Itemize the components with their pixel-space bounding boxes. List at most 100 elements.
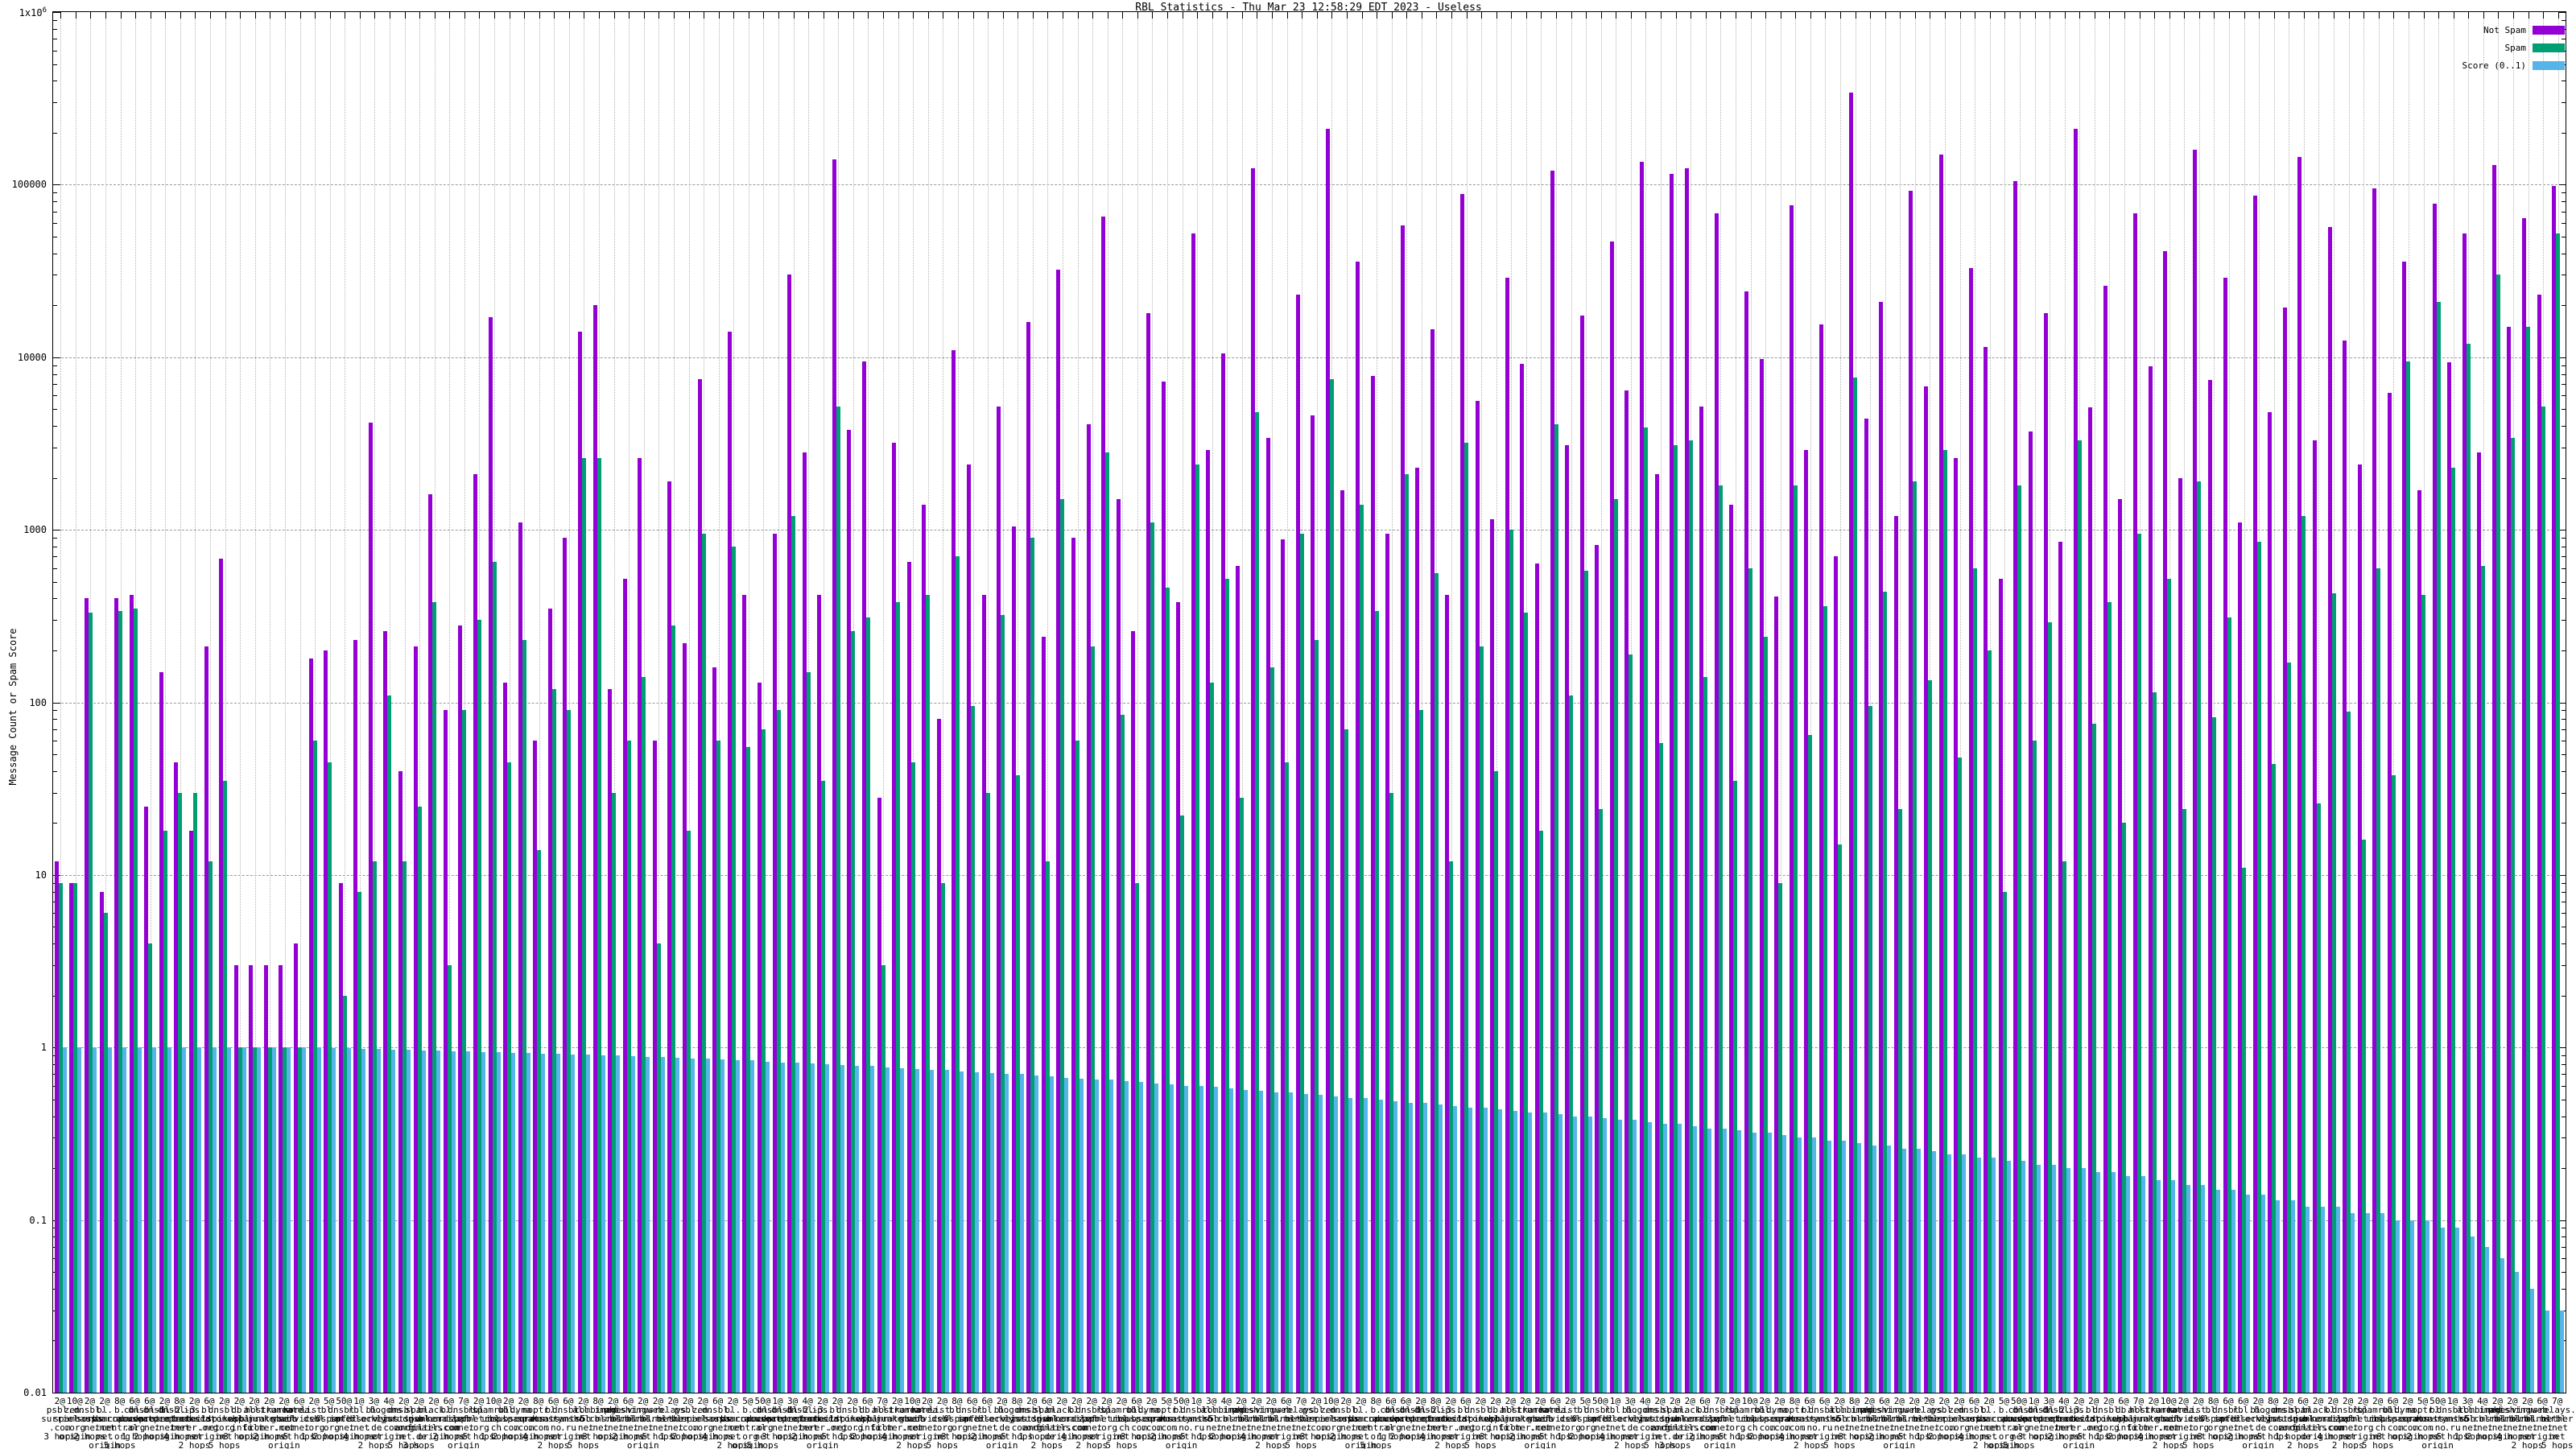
x-tick-top — [210, 12, 211, 19]
y-minor-tick — [2562, 913, 2566, 914]
x-tick-top — [644, 12, 645, 19]
bar-score — [2441, 1228, 2445, 1393]
bar-score — [1170, 1084, 1174, 1393]
y-minor-tick — [53, 212, 57, 213]
legend-label: Spam — [2505, 43, 2527, 53]
y-minor-tick — [53, 538, 57, 539]
y-minor-tick — [53, 192, 57, 193]
x-tick-top — [988, 12, 989, 19]
y-minor-tick — [53, 223, 57, 224]
bar-score — [840, 1065, 844, 1393]
x-tick-top — [1451, 12, 1452, 19]
x-tick-top — [629, 12, 630, 19]
y-minor-tick — [2562, 719, 2566, 720]
x-tick-top — [1496, 12, 1497, 19]
x-tick-top — [1586, 12, 1587, 19]
x-tick-top — [1631, 12, 1632, 19]
x-tick-top — [733, 12, 734, 19]
bar-score — [213, 1047, 217, 1393]
bar-score — [1034, 1075, 1038, 1393]
x-tick-top — [2498, 12, 2499, 19]
y-minor-tick — [53, 305, 57, 306]
bar-score — [1319, 1095, 1323, 1393]
bar-score — [886, 1067, 890, 1393]
x-tick-top — [1885, 12, 1886, 19]
bar-score — [2066, 1168, 2070, 1393]
bar-score — [122, 1047, 126, 1393]
x-tick-top — [2363, 12, 2364, 19]
bar-score — [1050, 1076, 1054, 1393]
bar-score — [2171, 1180, 2175, 1393]
y-minor-tick — [2562, 943, 2566, 944]
x-tick-label-line: origin — [1875, 1441, 1923, 1449]
x-tick-top — [868, 12, 869, 19]
y-minor-tick — [53, 133, 57, 134]
bar-score — [511, 1053, 515, 1393]
bar-score — [287, 1047, 291, 1393]
x-tick-top — [2379, 12, 2380, 19]
x-tick-top — [569, 12, 570, 19]
x-tick-top — [105, 12, 106, 19]
y-major-tick — [2558, 12, 2566, 13]
x-tick-label-line: 5 hops — [1462, 1441, 1499, 1449]
x-tick-label-line: 5 hops — [205, 1441, 242, 1449]
y-minor-tick — [2562, 1258, 2566, 1259]
x-tick-top — [360, 12, 361, 19]
bar-score — [586, 1055, 590, 1393]
x-tick-top — [1272, 12, 1273, 19]
y-minor-tick — [53, 568, 57, 569]
x-tick-top — [479, 12, 480, 19]
bar-score — [1274, 1092, 1278, 1393]
bar-score — [811, 1063, 815, 1393]
bar-score — [1348, 1098, 1352, 1393]
bar-score — [960, 1071, 964, 1393]
legend-label: Not Spam — [2483, 25, 2526, 35]
legend-row: Score (0..1) — [2462, 56, 2565, 74]
x-tick-top — [658, 12, 659, 19]
bar-score — [2560, 1311, 2564, 1393]
bar-score — [152, 1047, 156, 1393]
x-tick-top — [255, 12, 256, 19]
x-tick-top — [1990, 12, 1991, 19]
y-minor-tick — [2562, 192, 2566, 193]
bar-score — [1154, 1084, 1158, 1393]
x-tick-label-line: 5 hops — [1282, 1441, 1319, 1449]
x-tick-top — [1661, 12, 1662, 19]
x-tick-top — [2020, 12, 2021, 19]
x-tick-top — [719, 12, 720, 19]
bar-score — [1663, 1124, 1667, 1393]
bar-score — [2545, 1311, 2549, 1393]
x-tick-label-line: 5 hops — [1100, 1441, 1143, 1449]
bar-score — [661, 1057, 665, 1393]
y-major-tick — [53, 357, 60, 358]
bar-score — [855, 1066, 859, 1393]
bar-score — [825, 1064, 829, 1393]
x-tick-top — [2513, 12, 2514, 19]
x-tick-label-line: 2 hops — [1023, 1441, 1071, 1449]
x-tick-top — [2274, 12, 2275, 19]
bar-score — [930, 1070, 934, 1393]
y-major-tick — [53, 703, 60, 704]
x-tick-top — [180, 12, 181, 19]
x-tick-top — [1751, 12, 1752, 19]
y-tick-label: 1000 — [0, 524, 47, 535]
y-minor-tick — [53, 823, 57, 824]
y-tick-label: 1 — [0, 1042, 47, 1053]
x-tick-label-line: 5 hops — [2000, 1441, 2037, 1449]
x-tick-top — [1362, 12, 1363, 19]
x-tick-top — [1122, 12, 1123, 19]
y-minor-tick — [2562, 538, 2566, 539]
x-tick-label-line: origin — [799, 1441, 847, 1449]
bar-score — [138, 1047, 142, 1393]
x-tick-top — [285, 12, 286, 19]
x-tick-label-line: 5 hops — [568, 1441, 600, 1449]
legend-row: Spam — [2462, 39, 2565, 56]
x-tick-top — [689, 12, 690, 19]
x-tick-top — [1840, 12, 1841, 19]
x-tick-top — [1003, 12, 1004, 19]
x-tick-top — [838, 12, 839, 19]
bar-score — [2112, 1172, 2116, 1393]
bar-score — [182, 1047, 186, 1393]
x-tick-label-line: 5 hops — [1352, 1441, 1400, 1449]
x-tick-label-line: 5 hops — [96, 1441, 144, 1449]
